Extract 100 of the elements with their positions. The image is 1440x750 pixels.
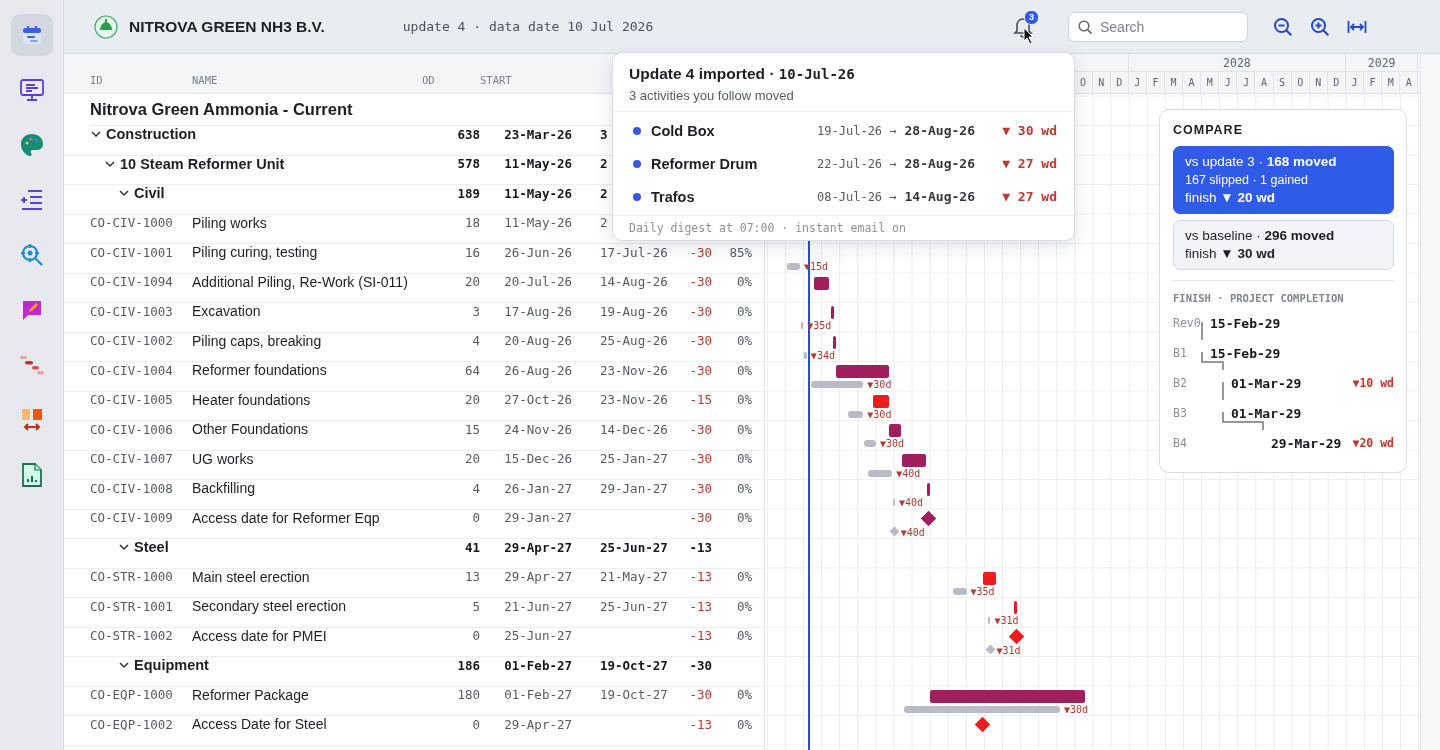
activity-id: CO-CIV-1000	[90, 215, 173, 230]
scroll-track[interactable]	[1420, 54, 1440, 750]
activity-name: Piling works	[192, 214, 267, 231]
chevron-down-icon[interactable]	[118, 659, 130, 671]
notification-item[interactable]: Cold Box 19-Jul-26 → 28-Aug-26 ▼ 30 wd	[613, 114, 1074, 147]
percent-cell: 0%	[736, 451, 752, 466]
finish-date: 3	[600, 126, 608, 142]
float-cell: -30	[689, 244, 712, 260]
finish-date: 25-Jun-27	[600, 539, 668, 555]
percent-cell: 0%	[736, 598, 752, 614]
popup-footer: Daily digest at 07:00 · instant email on	[629, 221, 906, 235]
finish-date: 2	[600, 185, 608, 201]
activity-id: CO-STR-1000	[90, 569, 173, 584]
start-date: 27-Oct-26	[504, 392, 572, 407]
activity-name: Other Foundations	[192, 421, 308, 437]
month-label: D	[1116, 77, 1123, 88]
fit-width-icon	[1347, 19, 1367, 34]
duration-cell: 0	[472, 716, 480, 732]
finish-date: 19-Oct-27	[600, 687, 668, 702]
old-date: 22-Jul-26 →	[817, 156, 897, 171]
duration-cell: 18	[464, 215, 480, 230]
percent-cell: 0%	[736, 421, 752, 437]
float-cell: -30	[689, 687, 712, 702]
activity-name: Main steel erection	[192, 568, 310, 585]
duration-cell: 186	[457, 657, 480, 673]
chevron-down-icon[interactable]	[90, 128, 102, 140]
duration-cell: 41	[464, 539, 480, 555]
compare-option[interactable]: vs baseline · 296 moved finish ▼ 30 wd	[1173, 220, 1394, 270]
start-date: 26-Jun-26	[504, 244, 572, 260]
compare-option[interactable]: vs update 3 · 168 moved 167 slipped · 1 gained finish ▼ 20 wd	[1173, 146, 1394, 214]
percent-cell: 0%	[736, 303, 752, 319]
start-date: 25-Jun-27	[504, 628, 572, 643]
month-label: O	[1297, 77, 1304, 88]
finish-date: 25-Jan-27	[600, 451, 668, 466]
start-date: 26-Aug-26	[504, 362, 572, 378]
notification-item[interactable]: Trafos 08-Jul-26 → 14-Aug-26 ▼ 27 wd	[613, 180, 1074, 213]
start-date: 11-May-26	[504, 185, 572, 201]
duration-cell: 20	[464, 274, 480, 289]
baseline-bar	[863, 440, 876, 447]
finish-date: 2	[600, 215, 608, 230]
search-field[interactable]: Search	[1068, 11, 1248, 42]
activity-id: CO-CIV-1003	[90, 303, 173, 319]
baseline-bar	[953, 587, 967, 595]
slip-label: ▼40d	[900, 526, 925, 538]
duration-cell: 180	[457, 687, 480, 702]
activity-id: CO-CIV-1008	[90, 480, 173, 496]
percent-cell: 0%	[736, 274, 752, 289]
month-label: F	[1152, 77, 1159, 88]
chart-document-icon	[20, 462, 43, 488]
baseline-bar	[801, 322, 804, 329]
percent-cell: 0%	[736, 569, 752, 584]
update-info: update 4 · data date 10 Jul 2026	[402, 19, 654, 34]
notification-item[interactable]: Reformer Drum 22-Jul-26 → 28-Aug-26 ▼ 27 wd	[613, 147, 1074, 180]
bell-icon[interactable]	[1013, 15, 1033, 38]
activity-name: Trafos	[651, 188, 696, 205]
finish-date: 01-Mar-29	[1231, 405, 1302, 421]
panel-title: COMPARE	[1173, 123, 1243, 137]
finish-date: 2	[600, 156, 608, 171]
activity-name: Access date for Reformer Eqp	[192, 509, 380, 526]
month-label: M	[1170, 77, 1177, 88]
finish-date: 29-Mar-29	[1271, 435, 1342, 451]
status-dot	[633, 126, 641, 135]
activity-name: Additional Piling, Re-Work (SI-011)	[192, 273, 408, 290]
stepped-bars-icon	[18, 353, 45, 377]
column-header: OD	[422, 74, 435, 86]
start-date: 24-Nov-26	[504, 421, 572, 437]
status-dot	[633, 192, 641, 201]
month-label: M	[1387, 77, 1394, 88]
slip-label: ▼31d	[996, 644, 1021, 656]
duration-cell: 578	[457, 156, 480, 171]
activity-name: Reformer Drum	[651, 155, 759, 172]
duration-cell: 4	[472, 480, 480, 496]
chevron-down-icon[interactable]	[118, 541, 130, 553]
finish-date: 14-Dec-26	[600, 421, 668, 437]
activity-name: Piling caps, breaking	[192, 332, 322, 349]
start-date: 20-Aug-26	[504, 333, 572, 348]
month-label: F	[1369, 77, 1376, 88]
activity-id: CO-EQP-1002	[90, 716, 173, 732]
activity-id: CO-CIV-1005	[90, 392, 173, 407]
chevron-down-icon[interactable]	[118, 187, 130, 199]
sidebar-item[interactable]	[10, 14, 53, 56]
popup-subtitle: 3 activities you follow moved	[629, 88, 795, 103]
activity-name: Backfilling	[192, 480, 256, 496]
baseline-bar	[988, 617, 991, 624]
float-cell: -13	[689, 569, 712, 584]
percent-cell: 0%	[736, 687, 752, 702]
percent-cell: 0%	[736, 362, 752, 378]
start-date: 11-May-26	[504, 215, 572, 230]
float-cell: -13	[689, 598, 712, 614]
column-header: ID	[90, 74, 103, 86]
activity-name: Access Date for Steel	[192, 716, 327, 732]
connector-line	[1222, 382, 1224, 400]
wbs-name: Steel	[134, 539, 169, 555]
month-label: M	[1206, 77, 1213, 88]
zoom-in-button[interactable]	[1309, 15, 1331, 38]
duration-cell: 0	[472, 628, 480, 643]
finish-date: 29-Jan-27	[600, 480, 668, 496]
float-cell: -30	[689, 333, 712, 348]
zoom-out-button[interactable]	[1272, 15, 1294, 38]
zoom-in-icon	[1310, 16, 1330, 37]
